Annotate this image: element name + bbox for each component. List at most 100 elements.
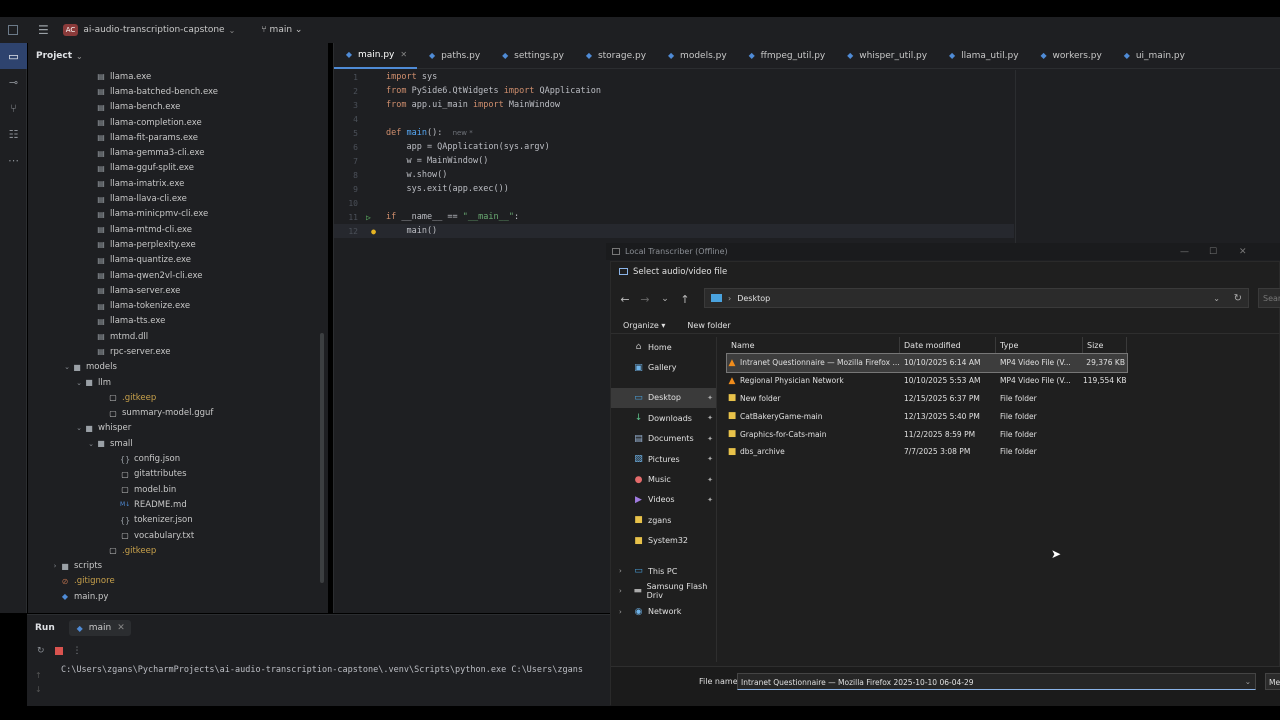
tree-item[interactable]: ▢ summary-model.gguf <box>28 406 328 421</box>
minimize-icon[interactable]: — <box>1180 247 1189 257</box>
tree-item[interactable]: ▤ llama-tts.exe <box>28 314 328 329</box>
tree-item[interactable]: ▢ .gitkeep <box>28 390 328 405</box>
chevron-right-icon[interactable]: › <box>619 608 622 616</box>
chevron-right-icon[interactable]: › <box>619 587 622 595</box>
tree-item[interactable]: ⌄ ■ small <box>28 436 328 451</box>
refresh-icon[interactable]: ↻ <box>1234 293 1242 304</box>
tree-item[interactable]: ▢ vocabulary.txt <box>28 528 328 543</box>
nav-item[interactable]: › ◉ Network <box>611 602 716 622</box>
rerun-icon[interactable]: ↻ <box>37 646 45 656</box>
tree-item[interactable]: ▤ llama.exe <box>28 69 328 84</box>
editor-tab[interactable]: ◆ whisper_util.py <box>835 43 937 69</box>
commit-tool-icon[interactable]: ⊸ <box>0 69 27 95</box>
tree-item[interactable]: ▢ .gitkeep <box>28 543 328 558</box>
code-line[interactable]: 10 <box>334 196 1014 210</box>
recent-locations-icon[interactable]: ⌄ <box>655 294 675 304</box>
file-row[interactable]: ■ CatBakeryGame-main 12/13/2025 5:40 PM Fil… <box>727 407 1127 425</box>
project-panel-header[interactable]: Project ⌄ <box>28 43 328 69</box>
stop-icon[interactable] <box>54 647 63 655</box>
project-tree-scrollbar[interactable] <box>320 333 324 583</box>
nav-item[interactable]: ▣ Gallery <box>611 357 716 377</box>
tree-item[interactable]: ▤ mtmd.dll <box>28 329 328 344</box>
main-menu-icon[interactable]: ☰ <box>38 23 49 37</box>
nav-item[interactable]: ▤ Documents ✦ <box>611 429 716 449</box>
tree-item[interactable]: ▢ model.bin <box>28 482 328 497</box>
vcs-tool-icon[interactable]: ⑂ <box>0 95 27 121</box>
file-row[interactable]: ■ Graphics-for-Cats-main 11/2/2025 8:59 PM… <box>727 425 1127 443</box>
editor-tab[interactable]: ◆ ui_main.py <box>1112 43 1195 69</box>
close-icon[interactable]: ✕ <box>1239 247 1247 257</box>
tree-item[interactable]: ▤ rpc-server.exe <box>28 344 328 359</box>
search-input[interactable]: Search <box>1258 288 1280 308</box>
nav-item[interactable]: › ▭ This PC <box>611 561 716 581</box>
intention-bulb-icon[interactable]: ● <box>366 227 376 236</box>
nav-item[interactable]: ⌂ Home <box>611 337 716 357</box>
tree-item[interactable]: ⊘ .gitignore <box>28 574 328 589</box>
address-bar[interactable]: › Desktop ⌄ ↻ <box>704 288 1249 308</box>
tree-item[interactable]: M↓ README.md <box>28 497 328 512</box>
tree-item[interactable]: ▤ llama-minicpmv-cli.exe <box>28 207 328 222</box>
tree-item[interactable]: ▤ llama-imatrix.exe <box>28 176 328 191</box>
editor-tab[interactable]: ◆ models.py <box>656 43 737 69</box>
code-line[interactable]: 9 sys.exit(app.exec()) <box>334 182 1014 196</box>
nav-item[interactable]: ■ zgans <box>611 510 716 530</box>
tree-item[interactable]: ▤ llama-completion.exe <box>28 115 328 130</box>
project-tool-icon[interactable]: ▭ <box>0 43 27 69</box>
chevron-down-icon[interactable]: ⌄ <box>74 379 84 387</box>
tree-item[interactable]: › ■ scripts <box>28 559 328 574</box>
nav-item[interactable]: ↓ Downloads ✦ <box>611 408 716 428</box>
close-icon[interactable]: ✕ <box>400 50 407 59</box>
code-line[interactable]: 2 from PySide6.QtWidgets import QApplicat… <box>334 84 1014 98</box>
nav-item[interactable]: ● Music ✦ <box>611 469 716 489</box>
tree-item[interactable]: ▤ llama-quantize.exe <box>28 253 328 268</box>
tree-item[interactable]: ▤ llama-fit-params.exe <box>28 130 328 145</box>
branch-switcher[interactable]: ⑂ main ⌄ <box>261 25 302 35</box>
tree-item[interactable]: ⌄ ■ llm <box>28 375 328 390</box>
nav-item[interactable]: ▧ Pictures ✦ <box>611 449 716 469</box>
chevron-down-icon[interactable]: ⌄ <box>1213 294 1220 303</box>
chevron-down-icon[interactable]: ⌄ <box>86 440 96 448</box>
code-line[interactable]: 4 <box>334 112 1014 126</box>
code-line[interactable]: 7 w = MainWindow() <box>334 154 1014 168</box>
scroll-down-icon[interactable]: ↓ <box>35 683 42 697</box>
new-folder-button[interactable]: New folder <box>687 321 730 330</box>
code-line[interactable]: 5 def main(): new * <box>334 126 1014 140</box>
address-location[interactable]: Desktop <box>737 294 770 303</box>
tree-item[interactable]: ▤ llama-llava-cli.exe <box>28 191 328 206</box>
tree-item[interactable]: ▤ llama-perplexity.exe <box>28 237 328 252</box>
editor-tab[interactable]: ◆ paths.py <box>417 43 490 69</box>
tree-item[interactable]: ▤ llama-qwen2vl-cli.exe <box>28 268 328 283</box>
tree-item[interactable]: ▤ llama-gguf-split.exe <box>28 161 328 176</box>
nav-item[interactable]: ■ System32 <box>611 531 716 551</box>
back-arrow-icon[interactable]: ← <box>615 293 635 306</box>
chevron-down-icon[interactable]: ⌄ <box>74 424 84 432</box>
up-arrow-icon[interactable]: ↑ <box>675 293 695 306</box>
chevron-down-icon[interactable]: ⌄ <box>1245 677 1251 686</box>
organize-button[interactable]: Organize ▾ <box>623 321 665 330</box>
editor-tab[interactable]: ◆ storage.py <box>574 43 656 69</box>
column-header-type[interactable]: Type <box>996 337 1083 354</box>
more-icon[interactable]: ⋮ <box>73 646 82 656</box>
more-tools-icon[interactable]: ⋯ <box>0 147 27 173</box>
column-header-size[interactable]: Size <box>1083 337 1127 354</box>
tree-item[interactable]: {} config.json <box>28 451 328 466</box>
chevron-down-icon[interactable]: ⌄ <box>62 363 72 371</box>
file-row[interactable]: ▲ Intranet Questionnaire — Mozilla Firefo… <box>726 353 1128 373</box>
run-gutter-icon[interactable]: ▷ <box>366 213 376 222</box>
nav-item[interactable]: ▭ Desktop ✦ <box>611 387 716 409</box>
tree-item[interactable]: ▢ gitattributes <box>28 467 328 482</box>
file-row[interactable]: ■ dbs_archive 7/7/2025 3:08 PM File folder <box>727 443 1127 461</box>
nav-item[interactable]: › ▬ Samsung Flash Driv <box>611 581 716 601</box>
maximize-icon[interactable]: ☐ <box>1209 247 1217 257</box>
chevron-right-icon[interactable]: › <box>50 562 60 570</box>
column-header-date[interactable]: Date modified <box>900 337 996 354</box>
code-line[interactable]: 6 app = QApplication(sys.argv) <box>334 140 1014 154</box>
code-line[interactable]: 11 ▷ if __name__ == "__main__": <box>334 210 1014 224</box>
editor-tab[interactable]: ◆ workers.py <box>1029 43 1112 69</box>
tree-item[interactable]: ▤ llama-server.exe <box>28 283 328 298</box>
chevron-down-icon[interactable]: ⌄ <box>229 26 236 35</box>
tree-item[interactable]: ▤ llama-batched-bench.exe <box>28 84 328 99</box>
column-header-name[interactable]: Name <box>727 337 900 354</box>
run-tab-main[interactable]: ◆ main ✕ <box>68 620 131 636</box>
tree-item[interactable]: ▤ llama-tokenize.exe <box>28 298 328 313</box>
